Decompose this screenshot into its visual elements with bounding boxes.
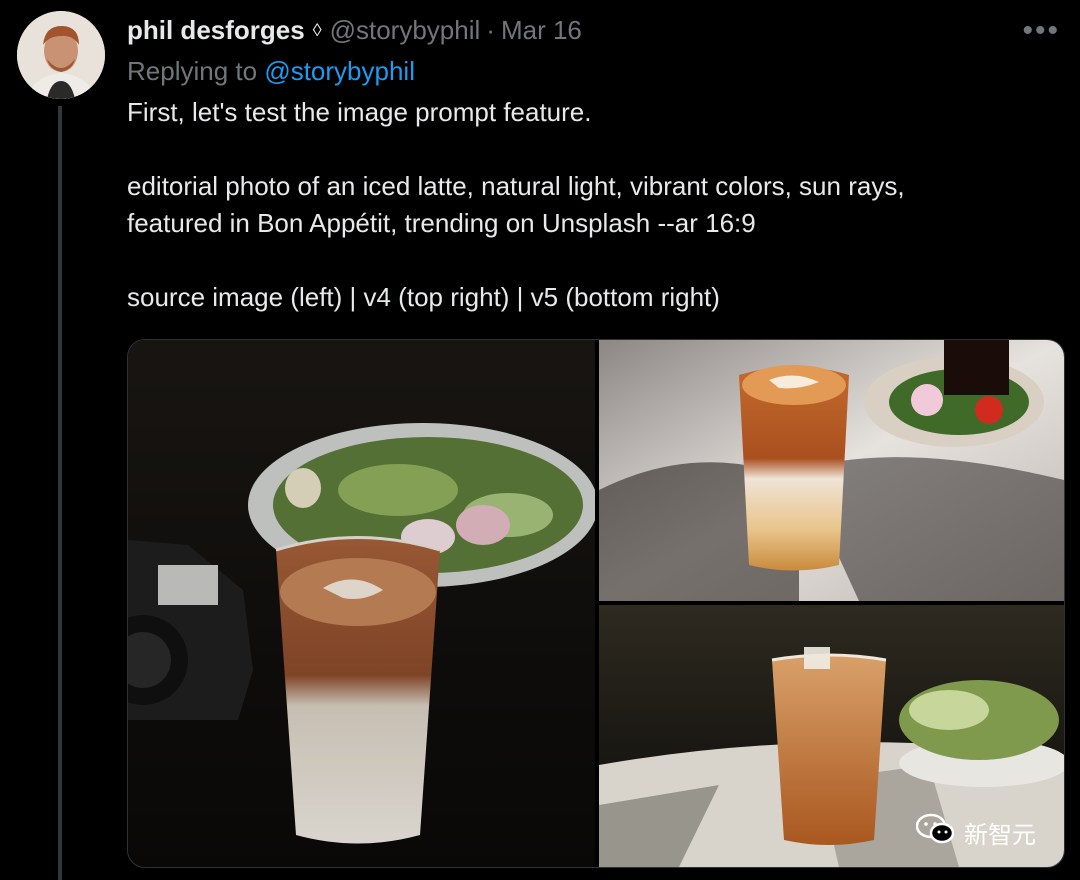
watermark: 新智元 [915,812,1036,852]
tweet-text-line4: source image (left) | v4 (top right) | v… [127,282,720,312]
watermark-text: 新智元 [964,820,1036,849]
separator-dot: · [486,14,495,45]
reply-mention-link[interactable]: @storybyphil [264,56,415,86]
author-handle[interactable]: @storybyphil [330,15,481,46]
source-image[interactable] [128,340,598,867]
media-grid [127,339,1065,868]
tweet-text-line2: editorial photo of an iced latte, natura… [127,171,905,201]
verified-icon: ◊ [312,19,322,40]
avatar[interactable] [17,11,105,99]
tweet-date[interactable]: Mar 16 [501,15,582,46]
tweet-text-line3: featured in Bon Appétit, trending on Uns… [127,208,756,238]
thread-line [58,106,62,880]
author-name[interactable]: phil desforges [127,15,305,46]
v4-image[interactable] [599,340,1064,601]
replying-to-label: Replying to [127,56,258,86]
tweet-header: phil desforges ◊ @storybyphil · Mar 16 [127,12,582,48]
tweet-text-line1: First, let's test the image prompt featu… [127,97,592,127]
wechat-icon [915,812,956,852]
replying-to: Replying to @storybyphil [127,56,415,87]
more-options-icon[interactable]: ••• [1022,14,1060,48]
